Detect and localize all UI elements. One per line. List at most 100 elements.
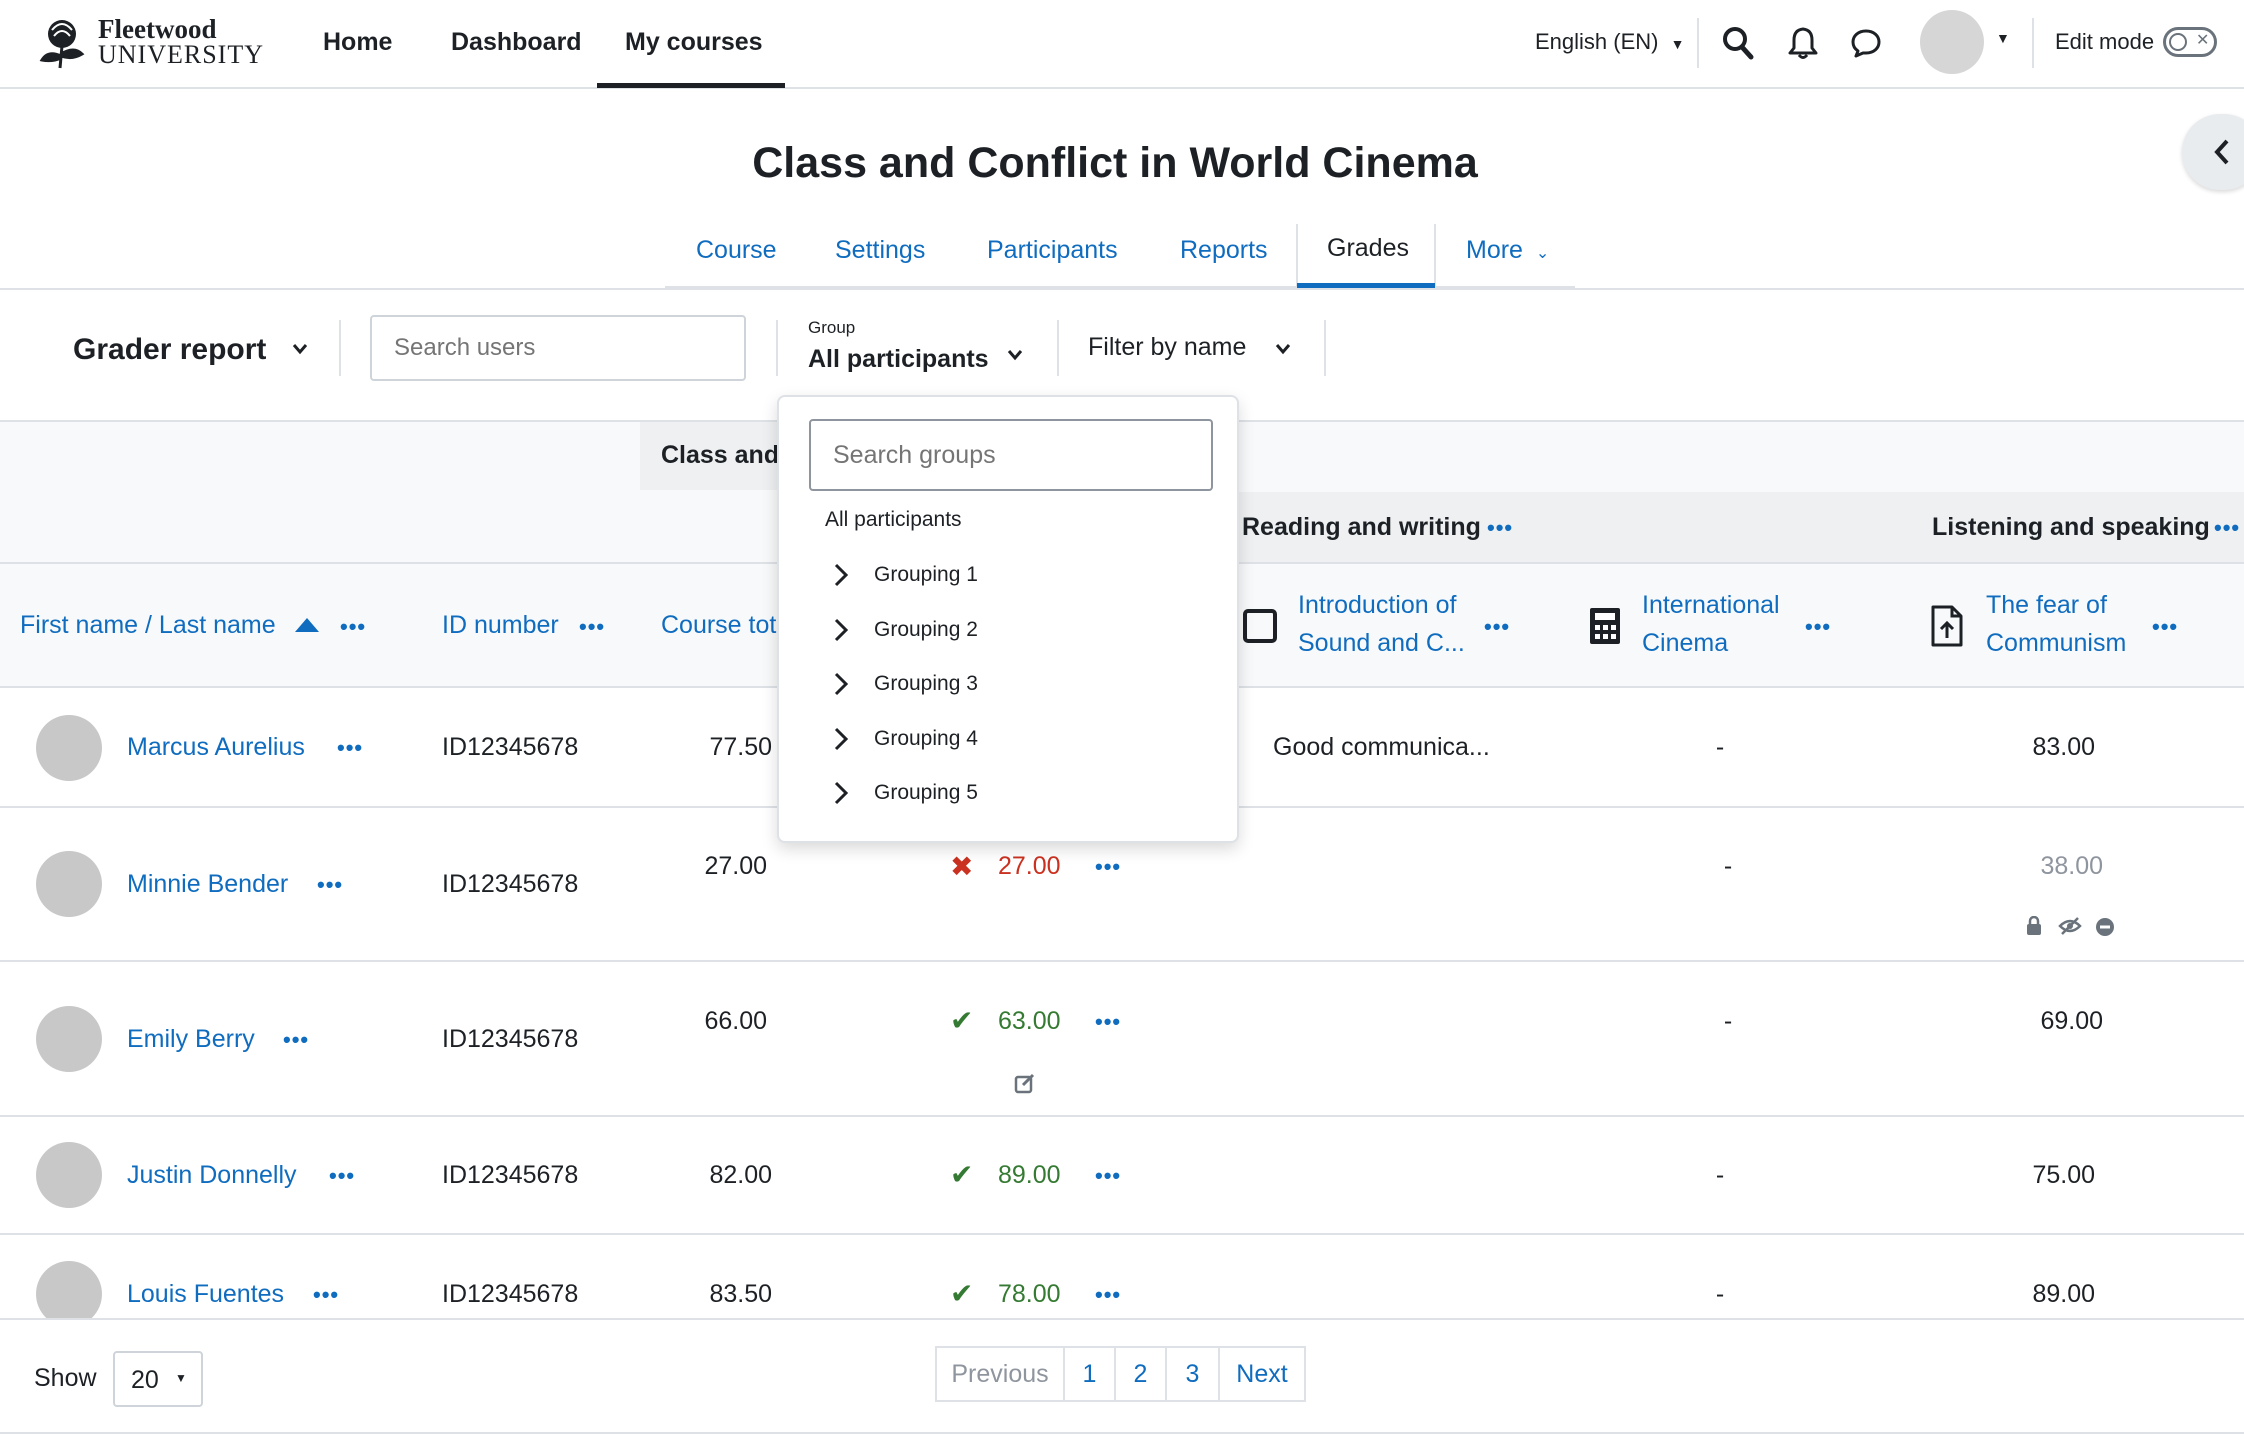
excluded-icon (2096, 918, 2114, 936)
course-total: 66.00 (704, 1007, 767, 1035)
item-introduction-link-line2[interactable]: Sound and C... (1298, 626, 1465, 660)
grade-menu[interactable]: ••• (1095, 1165, 1121, 1187)
pagination-next[interactable]: Next (1218, 1346, 1306, 1402)
student-name-link[interactable]: Minnie Bender (127, 867, 288, 901)
avatar (36, 715, 102, 781)
category-listening-menu[interactable]: ••• (2214, 517, 2240, 539)
course-total: 83.50 (709, 1280, 772, 1308)
international-grade: - (1715, 1161, 1725, 1189)
search-groups-input[interactable] (809, 419, 1213, 491)
category-listening: Listening and speaking (1932, 513, 2210, 541)
student-name-link[interactable]: Emily Berry (127, 1022, 255, 1056)
filter-by-name[interactable]: Filter by name (1088, 330, 1298, 366)
row-divider (0, 960, 2244, 962)
language-menu[interactable]: English (EN) ▼ (1535, 26, 1684, 60)
divider (776, 320, 778, 376)
item-fear-link-line2[interactable]: Communism (1986, 626, 2126, 660)
bell-icon[interactable] (1788, 26, 1818, 60)
page-title: Class and Conflict in World Cinema (752, 139, 1478, 187)
report-selector-label: Grader report (73, 333, 267, 366)
category-class: Class and (661, 441, 780, 469)
group-option-all[interactable]: All participants (825, 505, 962, 535)
item-fear-link[interactable]: The fear of (1986, 588, 2107, 622)
grade-value[interactable]: 89.00 (998, 1158, 1061, 1192)
check-icon: ✔ (950, 1159, 974, 1190)
grouping-label: Grouping 3 (874, 672, 978, 695)
search-icon[interactable] (1722, 26, 1754, 60)
tab-settings[interactable]: Settings (835, 230, 925, 270)
language-label: English (EN) (1535, 29, 1659, 54)
total-column-header[interactable]: Course tot (661, 608, 776, 642)
divider (339, 320, 341, 376)
name-column-menu[interactable]: ••• (340, 616, 366, 638)
student-name-link[interactable]: Justin Donnelly (127, 1158, 297, 1192)
edit-mode-toggle[interactable]: ✕ (2163, 27, 2217, 57)
feedback-text: Good communica... (1273, 733, 1490, 761)
chat-bubble-icon[interactable] (1850, 28, 1882, 58)
tab-grades[interactable]: Grades (1327, 228, 1409, 268)
pagination-page-2[interactable]: 2 (1114, 1346, 1167, 1402)
grouping-label: Grouping 4 (874, 727, 978, 750)
tab-border-left (1296, 224, 1298, 288)
item-international-menu[interactable]: ••• (1805, 616, 1831, 638)
tab-border-right (1434, 224, 1436, 288)
pagination-page-1[interactable]: 1 (1063, 1346, 1116, 1402)
student-name-link[interactable]: Louis Fuentes (127, 1277, 284, 1311)
grade-value[interactable]: 27.00 (998, 849, 1061, 883)
avatar (36, 1006, 102, 1072)
nav-dashboard[interactable]: Dashboard (451, 24, 582, 60)
chevron-down-icon (1275, 344, 1291, 355)
nav-home[interactable]: Home (323, 24, 392, 60)
edit-mode-label: Edit mode (2055, 29, 2155, 54)
student-menu[interactable]: ••• (283, 1029, 309, 1051)
item-introduction-link[interactable]: Introduction of (1298, 588, 1456, 622)
item-international-link-line2[interactable]: Cinema (1642, 626, 1728, 660)
tab-participants[interactable]: Participants (987, 230, 1118, 270)
student-menu[interactable]: ••• (329, 1165, 355, 1187)
id-column-header[interactable]: ID number (442, 608, 559, 642)
grade-value[interactable]: 63.00 (998, 1004, 1061, 1038)
chevron-down-icon (292, 344, 308, 355)
per-page-select[interactable]: 20 ▼ (113, 1351, 203, 1407)
fear-grade: 69.00 (2040, 1007, 2103, 1035)
divider (1057, 320, 1059, 376)
user-menu[interactable]: ▼ (1920, 10, 2016, 74)
tab-more[interactable]: More ⌄ (1466, 230, 1549, 274)
name-column-label: First name / Last name (20, 611, 276, 639)
item-introduction-menu[interactable]: ••• (1484, 616, 1510, 638)
per-page-value: 20 (131, 1366, 159, 1394)
nav-my-courses[interactable]: My courses (625, 24, 763, 60)
grade-value[interactable]: 78.00 (998, 1277, 1061, 1311)
top-navbar: Fleetwood UNIVERSITY Home Dashboard My c… (0, 0, 2244, 89)
student-menu[interactable]: ••• (337, 737, 363, 759)
toggle-knob (2169, 33, 2187, 51)
sort-ascending-icon[interactable] (293, 616, 321, 634)
student-menu[interactable]: ••• (317, 874, 343, 896)
category-reading: Reading and writing (1242, 513, 1481, 541)
student-name-link[interactable]: Marcus Aurelius (127, 730, 305, 764)
fear-grade: 38.00 (2040, 852, 2103, 880)
id-column-menu[interactable]: ••• (579, 616, 605, 638)
item-international-link[interactable]: International (1642, 588, 1780, 622)
course-total: 82.00 (709, 1161, 772, 1189)
caret-down-icon: ▼ (1670, 36, 1685, 52)
pagination-page-3[interactable]: 3 (1165, 1346, 1220, 1402)
student-menu[interactable]: ••• (313, 1284, 339, 1306)
category-reading-menu[interactable]: ••• (1487, 517, 1513, 539)
grade-menu[interactable]: ••• (1095, 856, 1121, 878)
tab-reports[interactable]: Reports (1180, 230, 1268, 270)
grade-menu[interactable]: ••• (1095, 1284, 1121, 1306)
group-selector[interactable]: Group All participants (808, 318, 1028, 380)
name-column-header[interactable]: First name / Last name (20, 608, 276, 642)
grade-menu[interactable]: ••• (1095, 1011, 1121, 1033)
search-users-input[interactable] (370, 315, 746, 381)
pagination-previous[interactable]: Previous (935, 1346, 1065, 1402)
course-total: 77.50 (709, 733, 772, 761)
chevron-right-icon (834, 727, 849, 751)
tab-course[interactable]: Course (696, 230, 777, 270)
university-logo[interactable]: Fleetwood UNIVERSITY (34, 14, 263, 70)
item-fear-menu[interactable]: ••• (2152, 616, 2178, 638)
file-upload-icon (1931, 605, 1963, 647)
grouping-label: Grouping 1 (874, 563, 978, 586)
report-selector[interactable]: Grader report (73, 330, 313, 370)
